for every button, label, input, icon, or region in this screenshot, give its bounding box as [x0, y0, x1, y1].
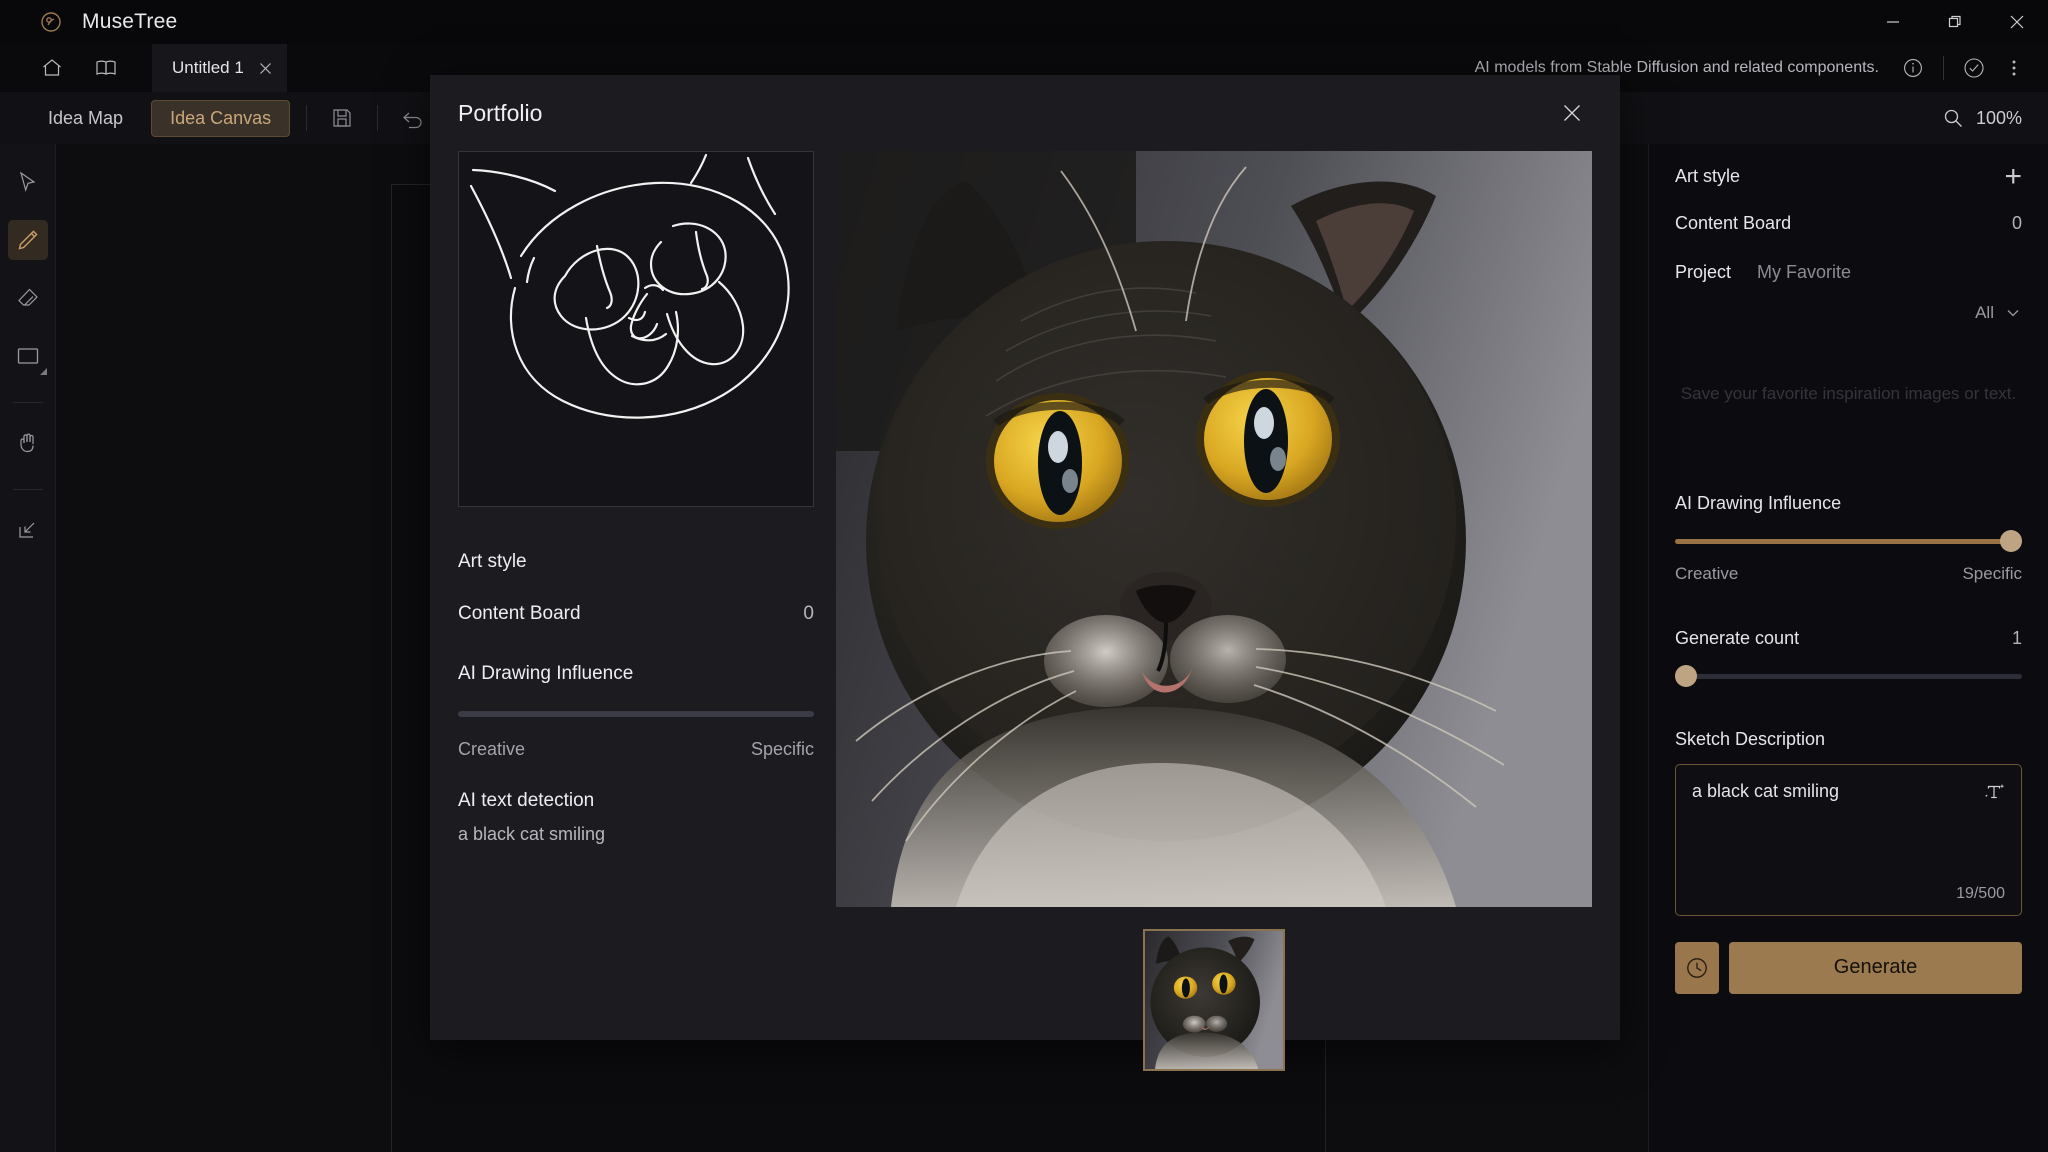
- content-board-row[interactable]: Content Board 0: [1675, 213, 2022, 234]
- modal-content-board-row: Content Board 0: [458, 603, 814, 625]
- divider: [306, 105, 308, 131]
- plus-icon[interactable]: +: [2004, 161, 2022, 191]
- slider-fill: [1675, 538, 2022, 544]
- musetree-logo-icon: [38, 9, 64, 35]
- app-title: MuseTree: [82, 10, 178, 33]
- divider: [377, 105, 379, 131]
- check-circle-icon[interactable]: [1954, 48, 1994, 88]
- divider: [1943, 56, 1944, 80]
- info-icon[interactable]: [1893, 48, 1933, 88]
- home-icon[interactable]: [30, 51, 74, 85]
- modal-influence-min-label: Creative: [458, 739, 526, 759]
- favorites-empty-state: Save your favorite inspiration images or…: [1680, 384, 2017, 403]
- modal-settings-list: Art style Content Board 0 AI Drawing Inf…: [458, 551, 814, 845]
- modal-influence-label: AI Drawing Influence: [458, 663, 634, 684]
- shape-tool-expand-indicator: [39, 368, 47, 375]
- slider-knob[interactable]: [2000, 529, 2022, 552]
- slider-track: [1675, 673, 2022, 679]
- influence-range-labels: Creative Specific: [1675, 564, 2022, 584]
- ai-drawing-influence-slider[interactable]: [1675, 529, 2022, 552]
- right-panel: Art style + Content Board 0 Project My F…: [1648, 144, 2048, 1152]
- content-board-count: 0: [2011, 213, 2022, 233]
- sketch-description-label: Sketch Description: [1675, 728, 1826, 749]
- divider: [12, 489, 43, 490]
- generated-cat-thumbnail[interactable]: [1143, 929, 1285, 1071]
- filter-dropdown[interactable]: All: [1675, 303, 2022, 323]
- chevron-down-icon: [2004, 304, 2022, 322]
- document-tab[interactable]: Untitled 1: [152, 44, 287, 92]
- close-icon[interactable]: [1552, 93, 1592, 133]
- generated-black-cat-image[interactable]: [836, 151, 1592, 907]
- generate-count-row: Generate count 1: [1675, 628, 2022, 649]
- title-bar: MuseTree: [0, 0, 2048, 44]
- app-root: MuseTree Untitled 1 AI models from Stabl…: [0, 0, 2048, 1152]
- ai-drawing-influence-label: AI Drawing Influence: [1675, 492, 1842, 513]
- select-tool[interactable]: [8, 162, 48, 202]
- modal-art-style-label: Art style: [458, 551, 527, 572]
- tab-idea-map[interactable]: Idea Map: [30, 101, 141, 136]
- close-icon[interactable]: [1986, 0, 2048, 44]
- modal-content-board-count: 0: [803, 603, 814, 624]
- tool-rail: [0, 144, 56, 1152]
- modal-text-detection-value: a black cat smiling: [458, 824, 606, 844]
- tab-idea-canvas[interactable]: Idea Canvas: [151, 99, 291, 137]
- document-tab-label: Untitled 1: [172, 58, 244, 77]
- magic-text-icon[interactable]: [1981, 779, 2007, 805]
- modal-header: Portfolio: [430, 75, 1620, 151]
- influence-min-label: Creative: [1675, 563, 1739, 583]
- book-icon[interactable]: [84, 51, 128, 85]
- generate-count-slider[interactable]: [1675, 664, 2022, 687]
- generate-row: Generate: [1675, 941, 2022, 994]
- tab-my-favorite[interactable]: My Favorite: [1757, 262, 1851, 283]
- pencil-tool[interactable]: [7, 220, 48, 260]
- more-vertical-icon[interactable]: [1994, 48, 2034, 88]
- clock-icon[interactable]: [1675, 941, 1719, 994]
- zoom-level-label: 100%: [1975, 107, 2022, 128]
- zoom-control[interactable]: 100%: [1942, 92, 2022, 144]
- modal-influence-max-label: Specific: [750, 739, 814, 759]
- shape-tool[interactable]: [8, 336, 48, 376]
- filter-label: All: [1975, 303, 1994, 322]
- thumbnail-strip: [1143, 929, 1285, 1071]
- art-style-label: Art style: [1675, 166, 1741, 186]
- search-icon: [1942, 107, 1964, 129]
- divider: [12, 402, 43, 403]
- sketch-description-input[interactable]: a black cat smiling 19/500: [1675, 763, 2022, 916]
- slider-track: [458, 711, 814, 717]
- save-icon[interactable]: [323, 101, 361, 135]
- sketch-description-value: a black cat smiling: [1692, 780, 1840, 801]
- portfolio-tabs: Project My Favorite: [1675, 262, 2022, 283]
- content-board-label: Content Board: [1675, 213, 1792, 233]
- tab-project[interactable]: Project: [1675, 262, 1731, 283]
- generate-button[interactable]: Generate: [1729, 941, 2022, 994]
- modal-text-detection-label: AI text detection: [458, 790, 595, 811]
- modal-art-style-row: Art style: [458, 551, 814, 573]
- window-controls: [1862, 0, 2048, 44]
- modal-title: Portfolio: [458, 99, 543, 126]
- restore-icon[interactable]: [1924, 0, 1986, 44]
- modal-influence-range-labels: Creative Specific: [458, 739, 814, 760]
- minimize-icon[interactable]: [1862, 0, 1924, 44]
- modal-right-column: [836, 151, 1592, 1071]
- modal-influence-slider: [458, 711, 814, 717]
- cat-face-sketch: [458, 151, 814, 507]
- art-style-row: Art style +: [1675, 161, 2022, 191]
- eraser-tool[interactable]: [8, 278, 48, 318]
- modal-content-board-label: Content Board: [458, 603, 581, 624]
- generate-count-label: Generate count: [1675, 627, 1800, 648]
- import-tool[interactable]: [8, 510, 48, 550]
- pan-tool[interactable]: [8, 423, 48, 463]
- generate-count-value: 1: [2011, 627, 2022, 648]
- influence-max-label: Specific: [1962, 563, 2022, 583]
- modal-body: Art style Content Board 0 AI Drawing Inf…: [430, 151, 1620, 1071]
- undo-icon[interactable]: [394, 101, 432, 135]
- slider-knob[interactable]: [1675, 664, 1697, 687]
- document-tab-close-icon[interactable]: [258, 61, 273, 76]
- sketch-description-counter: 19/500: [1956, 884, 2005, 902]
- modal-left-column: Art style Content Board 0 AI Drawing Inf…: [458, 151, 814, 1071]
- portfolio-modal: Portfolio Art style Content Board 0 AI D…: [430, 75, 1620, 1071]
